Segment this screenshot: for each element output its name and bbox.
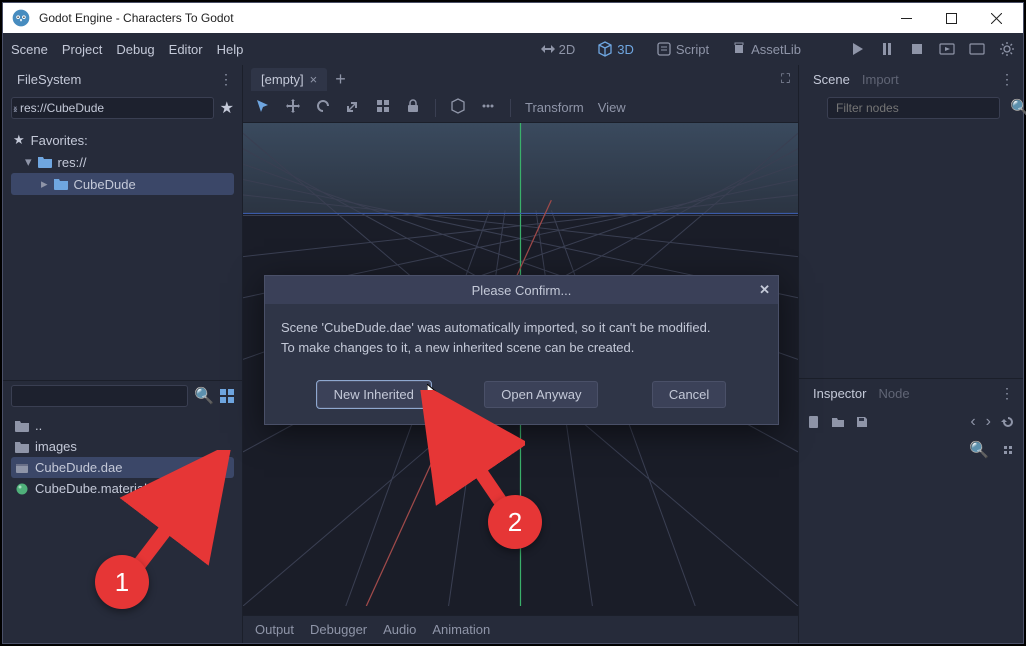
history-forward-icon[interactable]: ›	[986, 413, 991, 431]
open-resource-icon[interactable]	[831, 415, 845, 429]
dialog-close-icon[interactable]: ✕	[759, 282, 770, 298]
snap-icon[interactable]	[375, 98, 391, 117]
menu-scene[interactable]: Scene	[11, 42, 48, 57]
bottom-panel-tabs: Output Debugger Audio Animation	[243, 615, 798, 643]
rotate-mode-icon[interactable]	[315, 98, 331, 117]
file-cubedude-dae[interactable]: CubeDude.dae	[11, 457, 234, 478]
star-icon: ★	[13, 132, 25, 148]
scene-dock-tab[interactable]: Scene	[807, 68, 856, 91]
bottom-tab-output[interactable]: Output	[255, 622, 294, 637]
favorites-label: Favorites:	[31, 133, 88, 148]
file-up[interactable]: ..	[11, 415, 234, 436]
transform-menu[interactable]: Transform	[525, 100, 584, 115]
menu-bar: Scene Project Debug Editor Help 2D 3D Sc…	[3, 33, 1023, 65]
folder-cubedude[interactable]: ▸CubeDude	[11, 173, 234, 195]
scene-filter-input[interactable]	[827, 97, 1000, 119]
new-resource-icon[interactable]	[807, 415, 821, 429]
workspace-assetlib-button[interactable]: AssetLib	[727, 37, 805, 61]
folder-icon	[15, 419, 29, 433]
folder-icon	[38, 156, 52, 168]
scene-dock-menu-icon[interactable]: ⋮	[1000, 71, 1015, 88]
distraction-free-icon[interactable]: ⛶	[781, 71, 790, 87]
workspace-3d-button[interactable]: 3D	[593, 37, 638, 61]
filesystem-tree: ★ Favorites: ▾ res:// ▸CubeDude	[3, 123, 242, 201]
scene-file-icon	[15, 461, 29, 475]
scene-tab-empty[interactable]: [empty]×	[251, 68, 327, 91]
confirm-dialog: Please Confirm... ✕ Scene 'CubeDude.dae'…	[264, 275, 779, 425]
favorite-star-icon[interactable]: ★	[220, 98, 234, 118]
dialog-text-line2: To make changes to it, a new inherited s…	[281, 338, 762, 358]
godot-logo-icon	[11, 8, 31, 28]
annotation-badge-2: 2	[488, 495, 542, 549]
folder-icon	[54, 178, 68, 190]
view-menu[interactable]: View	[598, 100, 626, 115]
pause-button[interactable]	[879, 41, 895, 57]
material-icon	[15, 482, 29, 496]
add-scene-tab-button[interactable]: +	[335, 69, 346, 90]
history-back-icon[interactable]: ‹	[970, 413, 975, 431]
window-minimize-button[interactable]	[884, 3, 929, 33]
import-dock-tab[interactable]: Import	[856, 68, 905, 91]
menu-debug[interactable]: Debug	[116, 42, 154, 57]
menu-project[interactable]: Project	[62, 42, 102, 57]
node-tab[interactable]: Node	[872, 382, 915, 405]
save-resource-icon[interactable]	[855, 415, 869, 429]
bottom-tab-animation[interactable]: Animation	[432, 622, 490, 637]
window-maximize-button[interactable]	[929, 3, 974, 33]
tool-icon[interactable]	[1001, 443, 1015, 457]
gizmo-icon[interactable]	[480, 98, 496, 117]
window-titlebar: Godot Engine - Characters To Godot	[3, 3, 1023, 33]
inspector-tab[interactable]: Inspector	[807, 382, 872, 405]
folder-icon	[15, 440, 29, 454]
new-inherited-button[interactable]: New Inherited	[317, 381, 431, 408]
play-button[interactable]	[849, 41, 865, 57]
workspace-2d-button[interactable]: 2D	[535, 37, 580, 61]
annotation-badge-1: 1	[95, 555, 149, 609]
menu-help[interactable]: Help	[217, 42, 244, 57]
menu-editor[interactable]: Editor	[169, 42, 203, 57]
file-cubedude-material[interactable]: CubeDube.material	[11, 478, 234, 499]
scale-mode-icon[interactable]	[345, 98, 361, 117]
search-icon[interactable]: 🔍	[969, 440, 989, 460]
workspace-script-button[interactable]: Script	[652, 37, 713, 61]
move-mode-icon[interactable]	[285, 98, 301, 117]
play-custom-button[interactable]	[969, 41, 985, 57]
filesystem-search-input[interactable]	[11, 385, 188, 407]
select-mode-icon[interactable]	[255, 98, 271, 117]
cancel-button[interactable]: Cancel	[652, 381, 726, 408]
history-icon[interactable]	[1001, 415, 1015, 429]
res-root[interactable]: res://	[58, 155, 87, 170]
settings-button[interactable]	[999, 41, 1015, 57]
search-icon[interactable]: 🔍	[194, 386, 214, 406]
dialog-title: Please Confirm...	[472, 283, 572, 298]
bottom-tab-debugger[interactable]: Debugger	[310, 622, 367, 637]
play-scene-button[interactable]	[939, 41, 955, 57]
lock-icon[interactable]	[405, 98, 421, 117]
stop-button[interactable]	[909, 41, 925, 57]
filesystem-menu-icon[interactable]: ⋮	[219, 71, 234, 88]
bottom-tab-audio[interactable]: Audio	[383, 622, 416, 637]
filesystem-panel-header: FileSystem ⋮	[3, 65, 242, 93]
file-images[interactable]: images	[11, 436, 234, 457]
window-close-button[interactable]	[974, 3, 1019, 33]
chevron-right-icon[interactable]: ▸	[41, 176, 48, 192]
path-field[interactable]: res://CubeDude	[11, 97, 214, 119]
dialog-text-line1: Scene 'CubeDude.dae' was automatically i…	[281, 318, 762, 338]
inspector-menu-icon[interactable]: ⋮	[1000, 385, 1015, 402]
cube-icon[interactable]	[450, 98, 466, 117]
search-icon[interactable]: 🔍	[1010, 98, 1026, 118]
filesystem-tab[interactable]: FileSystem	[11, 68, 87, 91]
viewport-toolbar: Transform View	[243, 93, 798, 123]
grid-view-icon[interactable]	[220, 389, 234, 403]
window-title: Godot Engine - Characters To Godot	[39, 11, 884, 25]
close-tab-icon[interactable]: ×	[310, 72, 318, 87]
open-anyway-button[interactable]: Open Anyway	[484, 381, 598, 408]
nav-forward-icon[interactable]: ›	[11, 100, 20, 116]
chevron-down-icon[interactable]: ▾	[25, 154, 32, 170]
